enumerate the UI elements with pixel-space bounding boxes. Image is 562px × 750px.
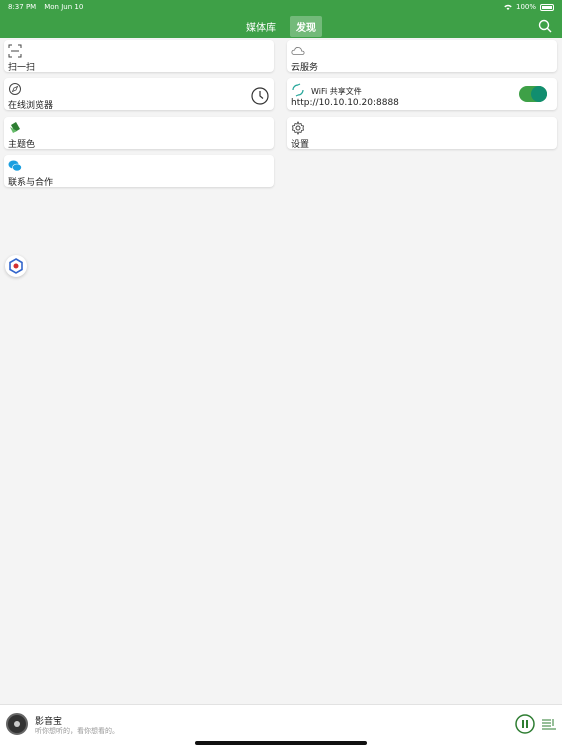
settings-card[interactable]: 设置 xyxy=(287,117,557,150)
cloud-label: 云服务 xyxy=(291,63,319,73)
contact-card[interactable]: 联系与合作 xyxy=(4,155,274,188)
status-right: 100% xyxy=(504,3,554,11)
cloud-card[interactable]: 云服务 xyxy=(287,40,557,73)
compass-icon xyxy=(9,83,21,95)
battery-percent: 100% xyxy=(515,3,536,11)
search-icon[interactable] xyxy=(538,19,552,33)
battery-icon xyxy=(540,3,554,11)
scan-label: 扫一扫 xyxy=(8,63,36,73)
browser-card[interactable]: 在线浏览器 xyxy=(4,78,274,111)
status-time: 8:37 PM xyxy=(8,3,37,11)
theme-label: 主题色 xyxy=(8,140,36,150)
tab-library[interactable]: 媒体库 xyxy=(240,16,282,37)
gear-icon xyxy=(291,121,305,135)
history-clock-icon[interactable] xyxy=(251,87,269,105)
home-indicator[interactable] xyxy=(195,741,367,745)
pause-icon[interactable] xyxy=(515,714,535,734)
wifi-signal-icon xyxy=(504,4,512,10)
browser-label: 在线浏览器 xyxy=(8,101,54,111)
album-cover-icon xyxy=(6,713,28,735)
status-bar: 8:37 PM Mon Jun 10 100% xyxy=(0,0,562,14)
wifi-share-card: WiFi 共享文件 http://10.10.10.20:8888 xyxy=(287,78,557,110)
theme-card[interactable]: 主题色 xyxy=(4,117,274,150)
cloud-icon xyxy=(291,47,305,55)
wifi-share-title: WiFi 共享文件 xyxy=(311,87,362,96)
settings-label: 设置 xyxy=(291,140,310,150)
wifi-share-toggle[interactable] xyxy=(519,86,547,102)
tab-discover[interactable]: 发现 xyxy=(290,15,322,37)
playlist-icon[interactable] xyxy=(542,718,556,730)
wifi-share-url: http://10.10.10.20:8888 xyxy=(291,98,399,108)
hexagon-record-icon xyxy=(9,258,23,274)
contact-label: 联系与合作 xyxy=(8,178,54,188)
status-date: Mon Jun 10 xyxy=(44,3,84,11)
player-subtitle: 听你想听的，看你想看的。 xyxy=(35,727,119,735)
nav-bar: 媒体库 发现 xyxy=(0,14,562,38)
theme-color-icon xyxy=(10,122,20,133)
scan-icon xyxy=(8,44,22,58)
scan-card[interactable]: 扫一扫 xyxy=(4,40,274,73)
wifi-share-icon xyxy=(292,83,304,97)
wechat-icon xyxy=(8,160,22,172)
floating-assist-button[interactable] xyxy=(5,255,27,277)
